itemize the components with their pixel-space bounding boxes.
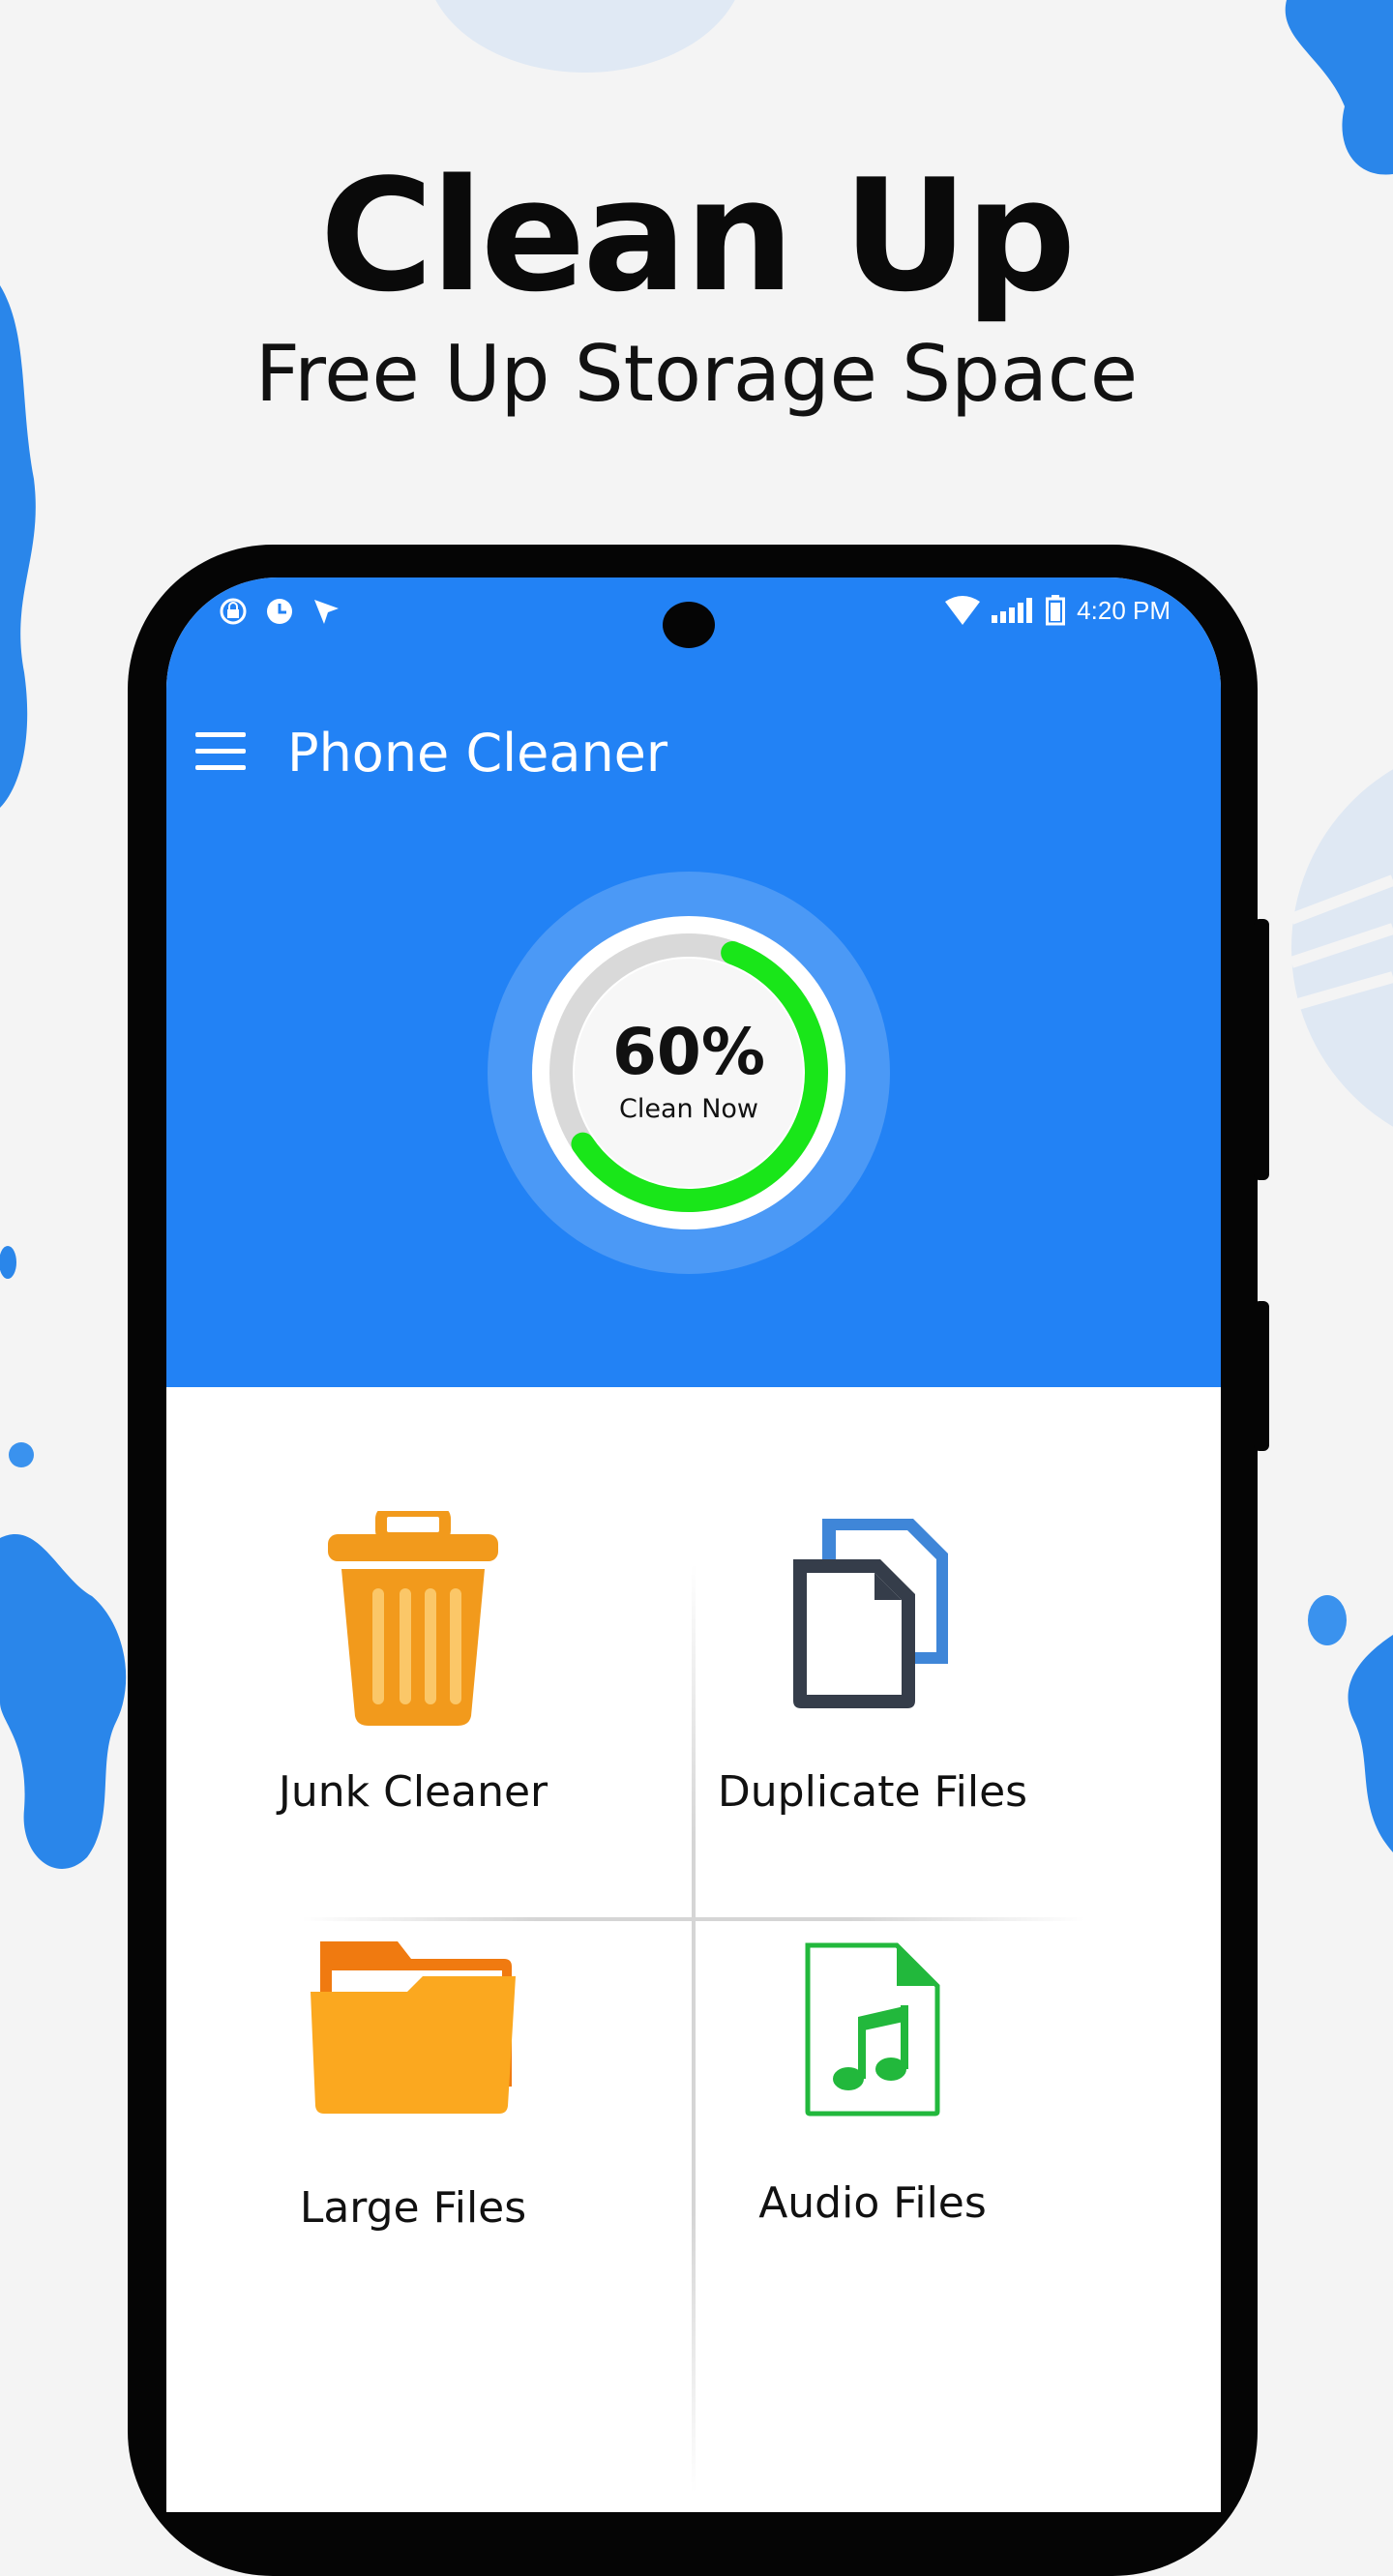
music-file-icon bbox=[805, 1942, 940, 2117]
app-header: 4:20 PM Phone Cleaner 60% Clean Now bbox=[166, 577, 1221, 1387]
volume-button bbox=[1254, 919, 1269, 1180]
audio-files-label: Audio Files bbox=[758, 2178, 987, 2228]
duplicate-documents-icon bbox=[793, 1519, 948, 1708]
status-bar: 4:20 PM bbox=[166, 577, 1221, 648]
front-camera bbox=[663, 602, 715, 648]
subheadline: Free Up Storage Space bbox=[254, 329, 1139, 419]
right-bottom-splash-decoration bbox=[1308, 1595, 1393, 1852]
vpn-lock-icon bbox=[220, 598, 247, 625]
grid-divider-horizontal bbox=[302, 1917, 1085, 1921]
gauge-caption: Clean Now bbox=[618, 1094, 758, 1124]
top-circle-decoration bbox=[435, 0, 735, 73]
hamburger-menu-icon[interactable] bbox=[195, 730, 248, 773]
app-title: Phone Cleaner bbox=[287, 723, 668, 784]
trash-bin-icon bbox=[328, 1511, 498, 1726]
wifi-icon bbox=[945, 596, 981, 625]
gauge-percentage: 60% bbox=[612, 1015, 765, 1089]
duplicate-files-label: Duplicate Files bbox=[717, 1767, 1028, 1817]
folder-icon bbox=[311, 1941, 516, 2114]
clean-now-button[interactable]: 60% Clean Now bbox=[486, 870, 892, 1276]
left-drop-decoration bbox=[0, 1246, 16, 1279]
junk-cleaner-tile[interactable]: Junk Cleaner bbox=[181, 1511, 645, 1898]
battery-icon bbox=[1046, 595, 1066, 626]
headline: Clean Up bbox=[319, 145, 1077, 326]
right-circle-decoration bbox=[1291, 769, 1393, 1127]
audio-files-tile[interactable]: Audio Files bbox=[640, 1941, 1105, 2328]
large-files-tile[interactable]: Large Files bbox=[181, 1941, 645, 2328]
left-bottom-splash-decoration bbox=[0, 1442, 127, 1869]
phone-screen: 4:20 PM Phone Cleaner 60% Clean Now Junk… bbox=[166, 577, 1221, 2512]
power-button bbox=[1254, 1301, 1269, 1451]
junk-cleaner-label: Junk Cleaner bbox=[278, 1767, 548, 1817]
duplicate-files-tile[interactable]: Duplicate Files bbox=[640, 1511, 1105, 1898]
status-time: 4:20 PM bbox=[1077, 595, 1171, 625]
location-arrow-icon bbox=[314, 600, 339, 624]
signal-icon bbox=[992, 598, 1033, 623]
clock-icon bbox=[267, 599, 292, 624]
large-files-label: Large Files bbox=[299, 2183, 527, 2233]
